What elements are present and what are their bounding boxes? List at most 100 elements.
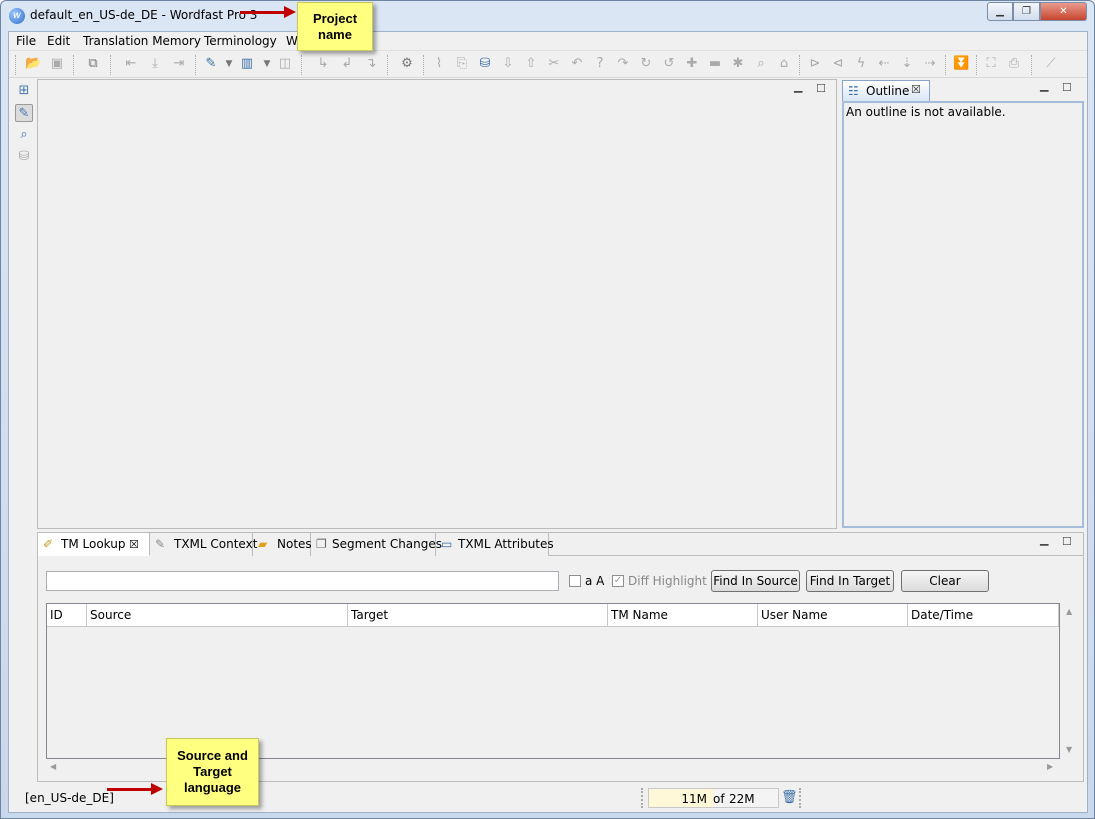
toolbar-separator [1031, 55, 1032, 75]
tab-outline[interactable]: ☷ Outline ☒ [842, 80, 930, 101]
export-icon[interactable]: ⎙ [1006, 56, 1022, 72]
project-settings-icon[interactable]: ⧉ [85, 56, 101, 72]
insert-icon[interactable]: ⊳ [807, 56, 823, 72]
find-in-target-button[interactable]: Find In Target [806, 570, 894, 592]
help-segment-icon[interactable]: ? [592, 56, 608, 72]
save-icon[interactable]: ▣ [49, 56, 65, 72]
heap-status: 11M of 22M [648, 788, 779, 808]
scroll-right-icon[interactable]: ▶ [1047, 762, 1053, 771]
attributes-icon: ▭ [441, 537, 453, 551]
down-segment-icon[interactable]: ⤓ [147, 56, 163, 72]
next-segment-icon[interactable]: ⇥ [171, 56, 187, 72]
trim-database-icon[interactable]: ⛁ [15, 148, 33, 166]
segment-expand-icon[interactable]: ↳ [315, 56, 331, 72]
tm-results-table[interactable]: ID Source Target TM Name User Name Date/… [46, 603, 1060, 759]
column-header-source[interactable]: Source [87, 604, 348, 627]
close-icon[interactable]: ☒ [911, 83, 921, 96]
trim-search-icon[interactable]: ⌕ [15, 126, 33, 144]
gear-icon[interactable]: ⚙ [399, 56, 415, 72]
split-view-icon[interactable]: ◫ [277, 56, 293, 72]
minimize-view-icon[interactable]: ▁ [794, 80, 802, 93]
pushpin-icon: ✐ [43, 537, 54, 551]
database-icon[interactable]: ⛁ [477, 56, 493, 72]
chevron-down-icon[interactable]: ▼ [221, 56, 237, 72]
refresh-icon[interactable]: ↻ [638, 56, 654, 72]
tab-tm-lookup[interactable]: ✐ TM Lookup ☒ [38, 533, 150, 556]
undo-icon[interactable]: ↶ [569, 56, 585, 72]
case-sensitive-checkbox[interactable] [569, 575, 581, 587]
find-in-source-button[interactable]: Find In Source [711, 570, 800, 592]
book-icon[interactable]: ▥ [239, 56, 255, 72]
fullscreen-icon[interactable]: ⛶ [983, 56, 999, 72]
status-separator [799, 788, 801, 808]
open-project-icon[interactable]: 📂 [25, 56, 41, 72]
redo-icon[interactable]: ↷ [615, 56, 631, 72]
menu-terminology[interactable]: Terminology [204, 34, 277, 48]
vertical-scrollbar[interactable]: ▲ ▼ [1062, 603, 1078, 759]
copy-source-icon[interactable]: ⎘ [454, 56, 470, 72]
minimize-view-icon[interactable]: ▁ [1040, 79, 1048, 92]
maximize-view-icon[interactable]: ☐ [1062, 81, 1072, 94]
maximize-view-icon[interactable]: ☐ [1062, 535, 1072, 548]
menu-file[interactable]: File [16, 34, 36, 48]
toolbar-separator [387, 55, 388, 75]
tm-search-input[interactable] [46, 571, 559, 591]
note-icon: ▰ [258, 537, 268, 551]
goto-down-icon[interactable]: ⇣ [899, 56, 915, 72]
trim-edit-icon[interactable]: ✎ [15, 104, 33, 122]
segment-reset-icon[interactable]: ↴ [363, 56, 379, 72]
goto-start-icon[interactable]: ⇠ [876, 56, 892, 72]
goto-end-icon[interactable]: ⇢ [922, 56, 938, 72]
close-icon[interactable]: ☒ [129, 538, 139, 551]
diff-highlight-checkbox[interactable]: ✓ [612, 575, 624, 587]
scroll-left-icon[interactable]: ◀ [50, 762, 56, 771]
tab-segment-changes[interactable]: ❐ Segment Changes [311, 533, 442, 556]
tab-notes[interactable]: ▰ Notes [253, 533, 312, 556]
title-bar[interactable]: w default_en_US-de_DE - Wordfast Pro 3 ▁… [1, 1, 1094, 31]
scissors-icon[interactable]: ✂ [546, 56, 562, 72]
menu-edit[interactable]: Edit [47, 34, 70, 48]
column-header-date-time[interactable]: Date/Time [908, 604, 1059, 627]
segment-shrink-icon[interactable]: ↲ [339, 56, 355, 72]
edit-document-icon[interactable]: ✎ [203, 56, 219, 72]
minimize-button[interactable]: ▁ [987, 2, 1013, 21]
search-doc-icon[interactable]: ⌕ [753, 56, 769, 72]
chart-icon[interactable]: ⟋ [1043, 56, 1059, 72]
workbench: File Edit Translation Memory Terminology… [8, 31, 1088, 813]
column-header-id[interactable]: ID [47, 604, 87, 627]
lock-doc-icon[interactable]: ⌂ [776, 56, 792, 72]
scroll-up-icon[interactable]: ▲ [1066, 607, 1072, 616]
maximize-button[interactable]: ❐ [1013, 2, 1040, 21]
heap-total: 22M [729, 792, 755, 806]
editor-area[interactable]: ▁ ☐ [37, 79, 837, 529]
toolbar-separator [195, 55, 196, 75]
heap-used: 11M [681, 792, 707, 806]
tab-txml-attributes-label: TXML Attributes [458, 537, 554, 551]
menu-translation-memory[interactable]: Translation Memory [83, 34, 201, 48]
outline-message: An outline is not available. [846, 105, 1006, 119]
previous-segment-icon[interactable]: ⇤ [123, 56, 139, 72]
column-header-user-name[interactable]: User Name [758, 604, 908, 627]
trim-new-view-icon[interactable]: ⊞ [15, 82, 33, 100]
maximize-view-icon[interactable]: ☐ [816, 82, 826, 95]
back-icon[interactable]: ↺ [661, 56, 677, 72]
expand-all-icon[interactable]: ✱ [730, 56, 746, 72]
move-left-icon[interactable]: ⊲ [830, 56, 846, 72]
clear-button[interactable]: Clear [901, 570, 989, 592]
minimize-view-icon[interactable]: ▁ [1040, 533, 1048, 546]
trash-icon[interactable]: 🗑 [781, 789, 798, 806]
arrow-down-icon[interactable]: ⇩ [500, 56, 516, 72]
lightning-icon[interactable]: ϟ [853, 56, 869, 72]
column-header-target[interactable]: Target [348, 604, 608, 627]
minus-icon[interactable]: ▬ [707, 56, 723, 72]
filter-icon[interactable]: ⏬ [953, 56, 969, 72]
tab-txml-attributes[interactable]: ▭ TXML Attributes [436, 533, 554, 556]
close-button[interactable]: ✕ [1040, 2, 1087, 21]
tab-txml-context[interactable]: ✎ TXML Context [150, 533, 257, 556]
arrow-up-icon[interactable]: ⇧ [523, 56, 539, 72]
scroll-down-icon[interactable]: ▼ [1066, 745, 1072, 754]
chevron-down-icon[interactable]: ▼ [259, 56, 275, 72]
column-header-tm-name[interactable]: TM Name [608, 604, 758, 627]
plus-icon[interactable]: ✚ [684, 56, 700, 72]
tag-icon[interactable]: ⌇ [431, 56, 447, 72]
